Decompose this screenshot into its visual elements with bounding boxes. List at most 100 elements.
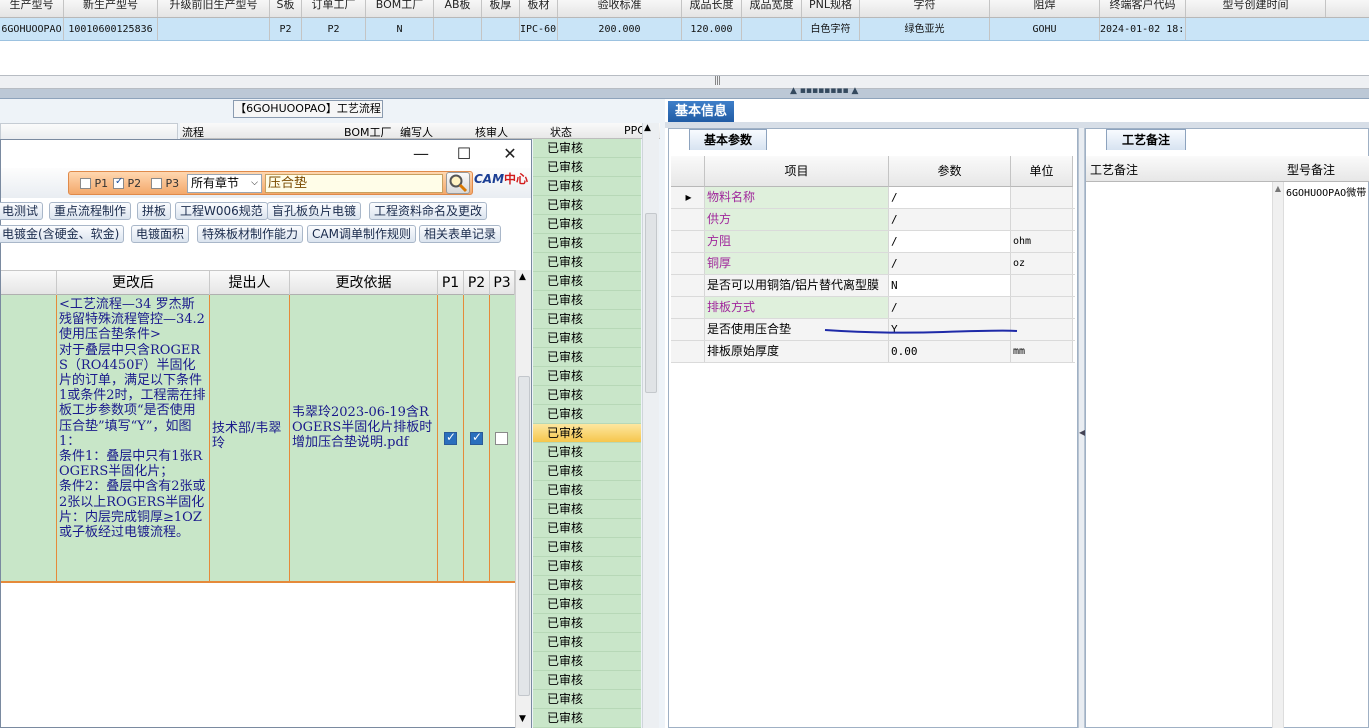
- col-p3: P3: [490, 271, 515, 295]
- grid-cell-15: 2024-01-02 18:12:45: [1100, 18, 1186, 40]
- model-grid-row[interactable]: 6GOHUOOPAO10010600125836P2P2NIPC-6018 II…: [0, 18, 1369, 41]
- vertical-splitter[interactable]: ◀: [1078, 128, 1085, 728]
- param-value[interactable]: 0.00: [889, 341, 1011, 362]
- param-value[interactable]: N: [889, 275, 1011, 296]
- chapter-tab-tabs_row1-5[interactable]: 工程资料命名及更改: [369, 202, 488, 220]
- status-cell[interactable]: 已审核: [533, 690, 641, 709]
- search-button[interactable]: [446, 172, 470, 194]
- collapse-arrows-icon: ▲ ▪▪▪▪▪▪▪▪ ▲: [790, 86, 859, 96]
- param-row[interactable]: 是否可以用铜箔/铝片替代离型膜 N: [671, 275, 1075, 297]
- status-cell[interactable]: 已审核: [533, 253, 641, 272]
- chapter-tab-tabs_row1-3[interactable]: 工程W006规范: [175, 202, 268, 220]
- status-cell[interactable]: 已审核: [533, 310, 641, 329]
- chapter-tab-tabs_row2-3[interactable]: CAM调单制作规则: [307, 225, 416, 243]
- status-cell[interactable]: 已审核: [533, 709, 641, 728]
- table-row[interactable]: <工艺流程—34 罗杰斯残留特殊流程管控—34.2 使用压合垫条件> 对于叠层中…: [1, 295, 515, 583]
- scroll-up-icon[interactable]: ▲: [644, 123, 651, 133]
- status-cell[interactable]: 已审核: [533, 386, 641, 405]
- param-row[interactable]: 排板原始厚度 0.00 mm: [671, 341, 1075, 363]
- flow-scrollbar[interactable]: ▲: [642, 123, 659, 728]
- maximize-icon[interactable]: ☐: [449, 143, 479, 165]
- param-value[interactable]: /: [889, 253, 1011, 274]
- col-model-note: 型号备注: [1287, 163, 1336, 177]
- grid-header-4: 订单工厂: [302, 0, 366, 17]
- p3-checkbox[interactable]: [495, 432, 508, 445]
- status-cell[interactable]: 已审核: [533, 272, 641, 291]
- param-row[interactable]: ▸ 物料名称 /: [671, 187, 1075, 209]
- close-icon[interactable]: ✕: [495, 143, 525, 165]
- notes-scrollbar[interactable]: ▲: [1272, 182, 1284, 728]
- status-cell[interactable]: 已审核: [533, 139, 641, 158]
- chapter-tab-tabs_row1-2[interactable]: 拼板: [137, 202, 172, 220]
- status-cell[interactable]: 已审核: [533, 500, 641, 519]
- chapter-tab-tabs_row1-1[interactable]: 重点流程制作: [49, 202, 132, 220]
- filter-p2-checkbox[interactable]: [113, 176, 124, 189]
- p1-checkbox[interactable]: [444, 430, 457, 445]
- cam-logo: CAM中心: [474, 170, 532, 196]
- status-cell[interactable]: 已审核: [533, 481, 641, 500]
- status-cell[interactable]: 已审核: [533, 405, 641, 424]
- status-cell[interactable]: 已审核: [533, 215, 641, 234]
- status-cell[interactable]: 已审核: [533, 329, 641, 348]
- filter-p1-checkbox[interactable]: [80, 177, 91, 189]
- p2-checkbox[interactable]: [470, 430, 483, 445]
- tab-process-notes[interactable]: 工艺备注: [1106, 129, 1186, 150]
- status-cell[interactable]: 已审核: [533, 234, 641, 253]
- model-note-value[interactable]: 6GOHUOOPAO微带: [1286, 184, 1366, 199]
- chapter-tab-tabs_row1-0[interactable]: 电测试: [0, 202, 44, 220]
- status-cell[interactable]: 已审核: [533, 348, 641, 367]
- status-cell[interactable]: 已审核: [533, 424, 641, 443]
- status-cell[interactable]: 已审核: [533, 196, 641, 215]
- status-cell[interactable]: 已审核: [533, 443, 641, 462]
- status-cell[interactable]: 已审核: [533, 158, 641, 177]
- param-item: 供方: [705, 209, 889, 230]
- status-cell[interactable]: 已审核: [533, 367, 641, 386]
- param-row[interactable]: 排板方式 /: [671, 297, 1075, 319]
- model-grid-header: 生产型号 新生产型号 升级前旧生产型号 S板 订单工厂 BOM工厂 AB板 板厚 板材 验收标准成…: [0, 0, 1369, 18]
- param-row[interactable]: 方阻 / ohm: [671, 231, 1075, 253]
- status-cell[interactable]: 已审核: [533, 557, 641, 576]
- chapter-tab-tabs_row2-0[interactable]: 电镀金(含硬金、软金): [0, 225, 125, 243]
- chapter-tab-tabs_row2-2[interactable]: 特殊板材制作能力: [197, 225, 304, 243]
- param-value[interactable]: /: [889, 297, 1011, 318]
- chapter-tab-tabs_row2-1[interactable]: 电镀面积: [131, 225, 190, 243]
- param-value[interactable]: /: [889, 187, 1011, 208]
- grid-header-9: 验收标准: [558, 0, 682, 17]
- minimize-icon[interactable]: —: [406, 143, 436, 165]
- param-value[interactable]: /: [889, 231, 1011, 252]
- horizontal-splitter[interactable]: |||: [0, 75, 1369, 89]
- scroll-up-icon[interactable]: ▲: [1273, 184, 1283, 193]
- chapter-tab-tabs_row1-4[interactable]: 盲孔板负片电镀: [267, 202, 362, 220]
- status-cell[interactable]: 已审核: [533, 291, 641, 310]
- tab-basic-info[interactable]: 基本信息: [668, 101, 734, 123]
- param-row[interactable]: 铜厚 / oz: [671, 253, 1075, 275]
- notes-panel: 工艺备注 工艺备注 型号备注 ▲ 6GOHUOOPAO微带: [1085, 128, 1369, 728]
- param-row[interactable]: 供方 /: [671, 209, 1075, 231]
- status-cell[interactable]: 已审核: [533, 576, 641, 595]
- grid-header-5: BOM工厂: [366, 0, 434, 17]
- status-cell[interactable]: 已审核: [533, 519, 641, 538]
- chapter-select[interactable]: 所有章节 ⌵: [187, 174, 262, 193]
- collapse-bar[interactable]: ▲ ▪▪▪▪▪▪▪▪ ▲: [0, 86, 1369, 99]
- status-cell[interactable]: 已审核: [533, 538, 641, 557]
- search-input[interactable]: 压合垫: [265, 174, 443, 193]
- scroll-up-icon[interactable]: ▲: [519, 272, 526, 282]
- status-cell[interactable]: 已审核: [533, 177, 641, 196]
- col-p2: P2: [464, 271, 490, 295]
- status-cell[interactable]: 已审核: [533, 671, 641, 690]
- scroll-down-icon[interactable]: ▼: [519, 714, 526, 724]
- tab-basic-params[interactable]: 基本参数: [689, 129, 767, 150]
- scroll-thumb[interactable]: [645, 213, 657, 393]
- scroll-thumb[interactable]: [518, 376, 530, 696]
- status-cell[interactable]: 已审核: [533, 652, 641, 671]
- status-cell[interactable]: 已审核: [533, 633, 641, 652]
- status-cell[interactable]: 已审核: [533, 462, 641, 481]
- filter-p3-checkbox[interactable]: [151, 177, 162, 189]
- change-table-scrollbar[interactable]: ▲ ▼: [515, 270, 531, 728]
- cam-logo-text: CAM: [474, 172, 505, 186]
- status-cell[interactable]: 已审核: [533, 614, 641, 633]
- param-item: 方阻: [705, 231, 889, 252]
- chapter-tab-tabs_row2-4[interactable]: 相关表单记录: [419, 225, 502, 243]
- status-cell[interactable]: 已审核: [533, 595, 641, 614]
- param-value[interactable]: /: [889, 209, 1011, 230]
